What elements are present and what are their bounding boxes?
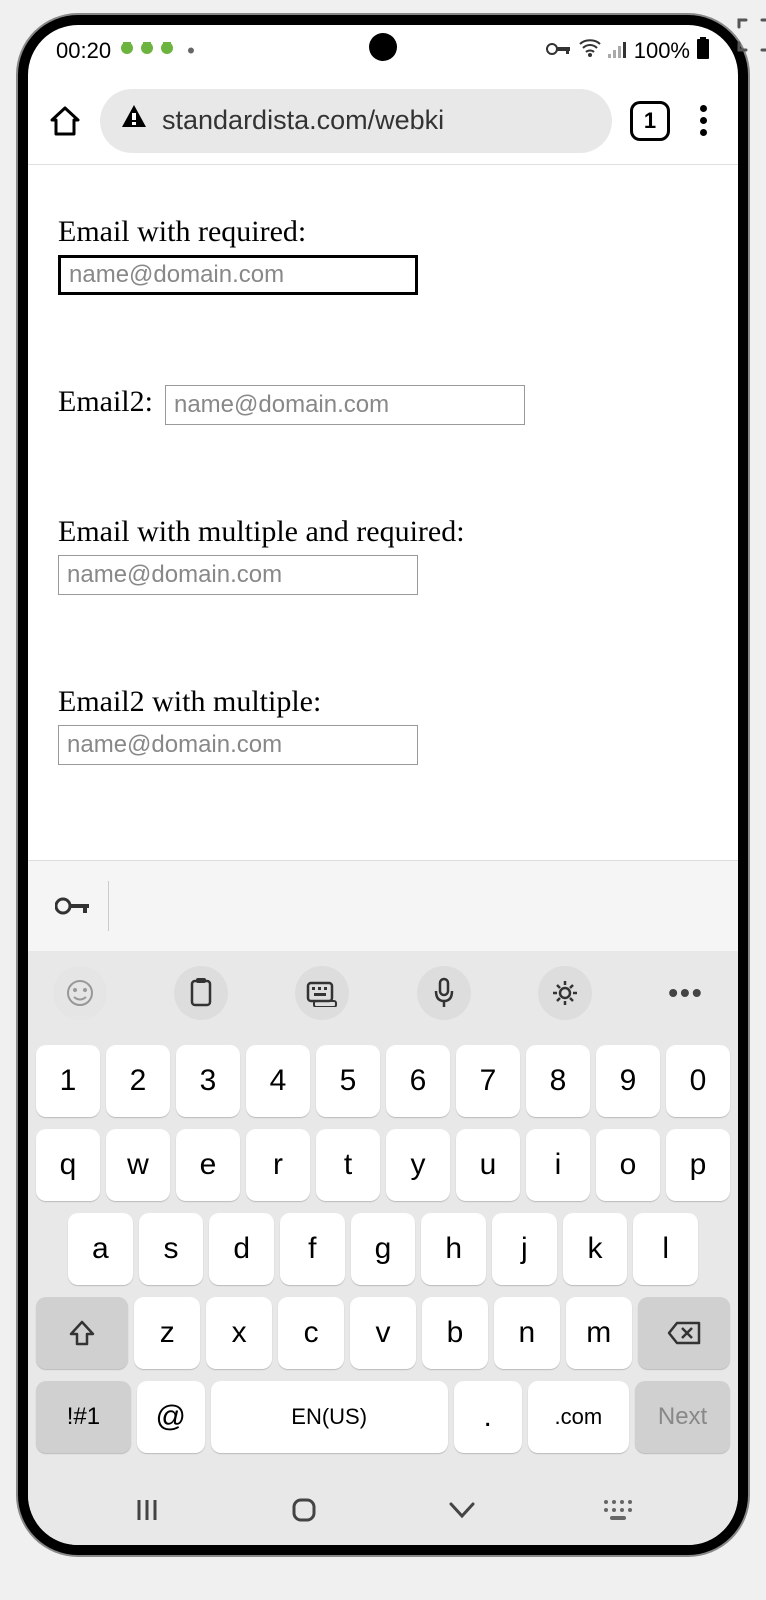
key-s[interactable]: s — [139, 1213, 204, 1285]
key-z[interactable]: z — [134, 1297, 200, 1369]
tab-count-text: 1 — [644, 108, 656, 134]
url-bar[interactable]: standardista.com/webki — [100, 89, 612, 153]
keyboard-toggle-button[interactable] — [594, 1485, 644, 1535]
key-5[interactable]: 5 — [316, 1045, 380, 1117]
key-r[interactable]: r — [246, 1129, 310, 1201]
key-m[interactable]: m — [566, 1297, 632, 1369]
key-e[interactable]: e — [176, 1129, 240, 1201]
key-3[interactable]: 3 — [176, 1045, 240, 1117]
key-6[interactable]: 6 — [386, 1045, 450, 1117]
key-l[interactable]: l — [633, 1213, 698, 1285]
key-t[interactable]: t — [316, 1129, 380, 1201]
password-key-icon[interactable] — [53, 886, 93, 926]
phone-frame: 00:20 • 100% — [18, 15, 748, 1555]
system-nav-bar — [28, 1475, 738, 1545]
period-key[interactable]: . — [454, 1381, 522, 1453]
key-i[interactable]: i — [526, 1129, 590, 1201]
form-field-email2-multiple: Email2 with multiple: — [58, 685, 708, 765]
keyboard-row-space: !#1 @ EN(US) . .com Next — [36, 1381, 730, 1453]
keyboard-suggestion-strip — [28, 860, 738, 951]
key-2[interactable]: 2 — [106, 1045, 170, 1117]
email-multiple-required-input[interactable] — [58, 555, 418, 595]
field-label: Email2 with multiple: — [58, 685, 708, 719]
key-k[interactable]: k — [563, 1213, 628, 1285]
key-1[interactable]: 1 — [36, 1045, 100, 1117]
signal-icon — [608, 38, 628, 64]
email2-input[interactable] — [165, 385, 525, 425]
not-secure-icon — [120, 103, 148, 138]
emoji-button[interactable] — [53, 966, 107, 1020]
notification-dot-icon: • — [187, 38, 195, 64]
phone-screen: 00:20 • 100% — [28, 25, 738, 1545]
next-key[interactable]: Next — [635, 1381, 730, 1453]
battery-percent: 100% — [634, 38, 690, 64]
wifi-icon — [578, 38, 602, 64]
camera-notch — [369, 33, 397, 61]
voice-input-button[interactable] — [417, 966, 471, 1020]
key-p[interactable]: p — [666, 1129, 730, 1201]
app-indicator-icons — [119, 38, 179, 64]
keyboard-row-middle: a s d f g h j k l — [36, 1213, 730, 1285]
back-nav-button[interactable] — [437, 1485, 487, 1535]
key-v[interactable]: v — [350, 1297, 416, 1369]
form-field-email2: Email2: — [58, 385, 708, 425]
key-n[interactable]: n — [494, 1297, 560, 1369]
key-x[interactable]: x — [206, 1297, 272, 1369]
key-u[interactable]: u — [456, 1129, 520, 1201]
com-key[interactable]: .com — [528, 1381, 630, 1453]
key-9[interactable]: 9 — [596, 1045, 660, 1117]
key-7[interactable]: 7 — [456, 1045, 520, 1117]
divider — [108, 881, 109, 931]
key-q[interactable]: q — [36, 1129, 100, 1201]
browser-toolbar: standardista.com/webki 1 — [28, 77, 738, 165]
form-field-email-multiple-required: Email with multiple and required: — [58, 515, 708, 595]
key-j[interactable]: j — [492, 1213, 557, 1285]
home-button[interactable] — [48, 104, 82, 138]
keyboard-row-top: q w e r t y u i o p — [36, 1129, 730, 1201]
key-w[interactable]: w — [106, 1129, 170, 1201]
field-label: Email with multiple and required: — [58, 515, 708, 549]
home-nav-button[interactable] — [279, 1485, 329, 1535]
form-field-email-required: Email with required: — [58, 215, 708, 295]
key-b[interactable]: b — [422, 1297, 488, 1369]
key-c[interactable]: c — [278, 1297, 344, 1369]
keyboard-settings-button[interactable] — [295, 966, 349, 1020]
field-label: Email2: — [58, 385, 153, 419]
vpn-key-icon — [546, 38, 572, 64]
email2-multiple-input[interactable] — [58, 725, 418, 765]
key-o[interactable]: o — [596, 1129, 660, 1201]
key-y[interactable]: y — [386, 1129, 450, 1201]
email-required-input[interactable] — [58, 255, 418, 295]
clipboard-button[interactable] — [174, 966, 228, 1020]
keyboard-more-button[interactable]: ••• — [659, 966, 713, 1020]
field-label: Email with required: — [58, 215, 708, 249]
key-4[interactable]: 4 — [246, 1045, 310, 1117]
key-0[interactable]: 0 — [666, 1045, 730, 1117]
shift-key[interactable] — [36, 1297, 128, 1369]
backspace-key[interactable] — [638, 1297, 730, 1369]
status-time: 00:20 — [56, 38, 111, 64]
battery-icon — [696, 37, 710, 65]
settings-gear-button[interactable] — [538, 966, 592, 1020]
keyboard-row-bottom: z x c v b n m — [36, 1297, 730, 1369]
key-f[interactable]: f — [280, 1213, 345, 1285]
tab-switcher[interactable]: 1 — [630, 101, 670, 141]
space-key[interactable]: EN(US) — [211, 1381, 448, 1453]
keyboard-row-numbers: 1 2 3 4 5 6 7 8 9 0 — [36, 1045, 730, 1117]
browser-menu-button[interactable] — [688, 105, 718, 136]
page-content[interactable]: Email with required: Email2: Email with … — [28, 165, 738, 860]
url-text: standardista.com/webki — [162, 105, 444, 136]
key-h[interactable]: h — [421, 1213, 486, 1285]
symbols-key[interactable]: !#1 — [36, 1381, 131, 1453]
key-g[interactable]: g — [351, 1213, 416, 1285]
recent-apps-button[interactable] — [122, 1485, 172, 1535]
scanner-icon — [734, 15, 766, 55]
key-a[interactable]: a — [68, 1213, 133, 1285]
keyboard: 1 2 3 4 5 6 7 8 9 0 q w e r t y u i o — [28, 1035, 738, 1475]
key-8[interactable]: 8 — [526, 1045, 590, 1117]
key-d[interactable]: d — [209, 1213, 274, 1285]
at-key[interactable]: @ — [137, 1381, 205, 1453]
keyboard-tools: ••• — [28, 951, 738, 1035]
